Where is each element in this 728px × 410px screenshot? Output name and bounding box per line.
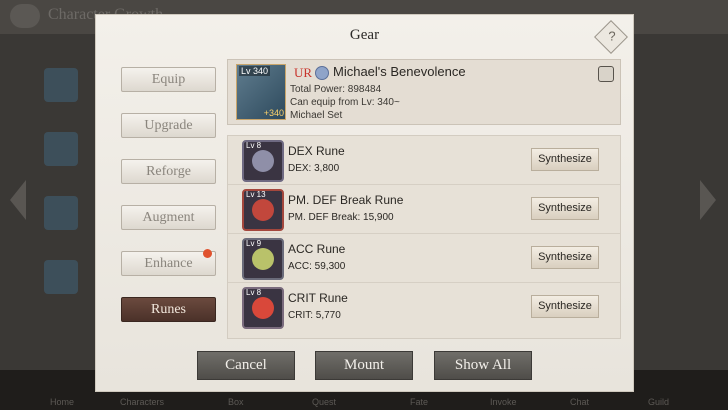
synthesize-button[interactable]: Synthesize <box>531 148 599 171</box>
prev-arrow-icon[interactable] <box>10 180 26 220</box>
rune-row: Lv 13 PM. DEF Break Rune PM. DEF Break: … <box>228 185 620 234</box>
gear-summary-card: Lv 340 +340 UR Michael's Benevolence Tot… <box>227 59 621 125</box>
next-arrow-icon[interactable] <box>700 180 716 220</box>
rune-stat: DEX: 3,800 <box>288 163 340 174</box>
tab-equip[interactable]: Equip <box>121 67 216 92</box>
cancel-button[interactable]: Cancel <box>197 351 295 380</box>
back-button[interactable] <box>10 4 40 28</box>
tab-augment[interactable]: Augment <box>121 205 216 230</box>
gear-power: Total Power: 898484 <box>290 84 382 95</box>
notification-badge <box>203 249 212 258</box>
pm-def-break-rune-icon[interactable]: Lv 13 <box>242 189 284 231</box>
tab-enhance[interactable]: Enhance <box>121 251 216 276</box>
show-all-button[interactable]: Show All <box>434 351 532 380</box>
character-thumbnail[interactable] <box>44 68 78 102</box>
nav-characters[interactable]: Characters <box>120 397 164 407</box>
help-icon[interactable]: ? <box>594 20 628 54</box>
gear-emblem-icon <box>315 66 329 80</box>
gear-modal: Gear ? Equip Upgrade Reforge Augment Enh… <box>95 14 634 392</box>
gear-rarity: UR <box>294 65 313 80</box>
rune-stat: CRIT: 5,770 <box>288 310 341 321</box>
modal-title: Gear <box>349 27 380 43</box>
character-thumbnail[interactable] <box>44 132 78 166</box>
gear-set: Michael Set <box>290 110 343 121</box>
mount-button[interactable]: Mount <box>315 351 413 380</box>
synthesize-button[interactable]: Synthesize <box>531 295 599 318</box>
rune-name: DEX Rune <box>288 144 345 158</box>
rune-row: Lv 8 CRIT Rune CRIT: 5,770 Synthesize <box>228 283 620 331</box>
nav-invoke[interactable]: Invoke <box>490 397 517 407</box>
crit-rune-icon[interactable]: Lv 8 <box>242 287 284 329</box>
nav-fate[interactable]: Fate <box>410 397 428 407</box>
rune-list: Lv 8 DEX Rune DEX: 3,800 Synthesize Lv 1… <box>227 135 621 339</box>
rune-row: Lv 8 DEX Rune DEX: 3,800 Synthesize <box>228 136 620 185</box>
synthesize-button[interactable]: Synthesize <box>531 197 599 220</box>
character-thumbnail[interactable] <box>44 260 78 294</box>
gear-plus: +340 <box>263 108 284 118</box>
gear-level: Lv 340 <box>239 66 271 76</box>
tab-upgrade[interactable]: Upgrade <box>121 113 216 138</box>
rune-stat: PM. DEF Break: 15,900 <box>288 212 394 223</box>
rune-stat: ACC: 59,300 <box>288 261 346 272</box>
synthesize-button[interactable]: Synthesize <box>531 246 599 269</box>
nav-box[interactable]: Box <box>228 397 244 407</box>
gear-equip-requirement: Can equip from Lv: 340~ <box>290 97 400 108</box>
tab-runes[interactable]: Runes <box>121 297 216 322</box>
acc-rune-icon[interactable]: Lv 9 <box>242 238 284 280</box>
rune-name: PM. DEF Break Rune <box>288 193 404 207</box>
nav-guild[interactable]: Guild <box>648 397 669 407</box>
gear-item-icon[interactable]: Lv 340 +340 <box>236 64 286 120</box>
gear-name: Michael's Benevolence <box>333 64 466 79</box>
rune-row: Lv 9 ACC Rune ACC: 59,300 Synthesize <box>228 234 620 283</box>
nav-chat[interactable]: Chat <box>570 397 589 407</box>
tab-reforge[interactable]: Reforge <box>121 159 216 184</box>
rune-name: CRIT Rune <box>288 291 348 305</box>
gear-details-icon[interactable] <box>598 66 614 82</box>
nav-quest[interactable]: Quest <box>312 397 336 407</box>
nav-home[interactable]: Home <box>50 397 74 407</box>
rune-name: ACC Rune <box>288 242 346 256</box>
character-thumbnail[interactable] <box>44 196 78 230</box>
dex-rune-icon[interactable]: Lv 8 <box>242 140 284 182</box>
